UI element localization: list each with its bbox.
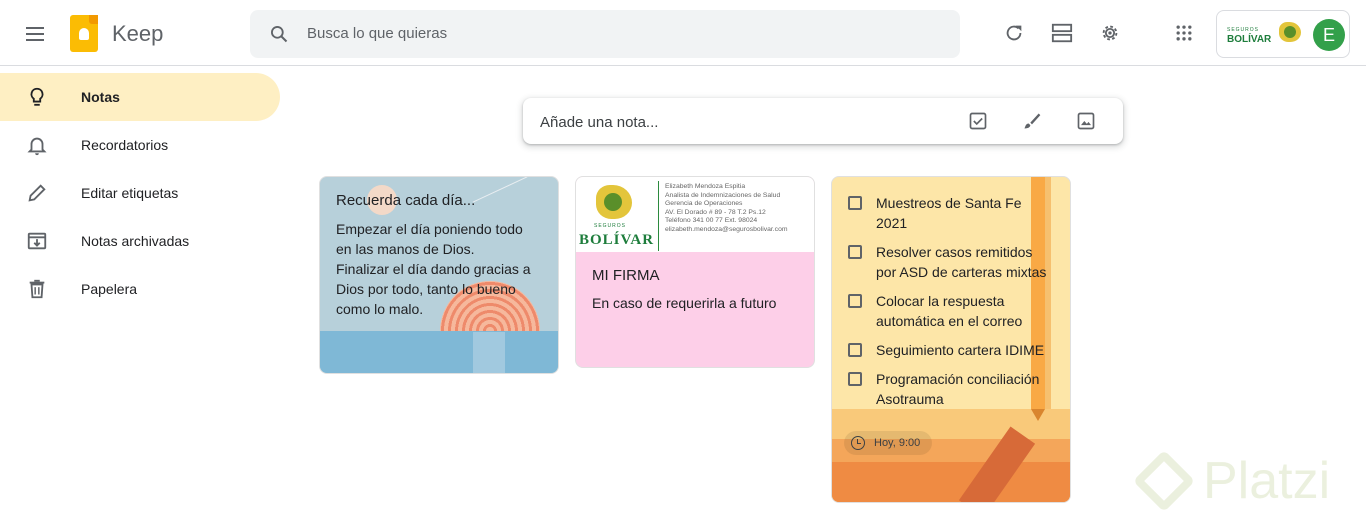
note-body: En caso de requerirla a futuro xyxy=(592,295,777,311)
top-bar: Keep Busca lo que quieras SEGUROS BOLÍVA… xyxy=(0,0,1366,66)
sidebar-item-label: Notas archivadas xyxy=(81,233,190,249)
trash-icon xyxy=(25,277,49,301)
main-menu-button[interactable] xyxy=(18,18,54,50)
note-body: Empezar el día poniendo todo en las mano… xyxy=(336,219,531,319)
archive-icon xyxy=(25,229,49,253)
clock-icon xyxy=(851,436,865,450)
reminder-chip[interactable]: Hoy, 9:00 xyxy=(844,431,933,455)
background-sun-reflection xyxy=(473,332,505,373)
background-streak xyxy=(472,177,528,203)
seguros-bolivar-logo xyxy=(596,185,632,219)
sidebar-item-notas-archivadas[interactable]: Notas archivadas xyxy=(0,217,280,265)
organization-logo: SEGUROS BOLÍVAR xyxy=(1227,22,1301,45)
new-drawing-brush-icon[interactable] xyxy=(1021,110,1043,132)
settings-gear-icon[interactable] xyxy=(1098,21,1122,45)
note-title: Recuerda cada día... xyxy=(336,192,476,209)
signature-line: Analista de Indemnizaciones de Salud xyxy=(665,191,781,199)
sidebar-item-label: Recordatorios xyxy=(81,137,169,153)
lightbulb-icon xyxy=(25,85,49,109)
watermark-text: Platzi xyxy=(1203,452,1331,510)
note-body-line: Empezar el día poniendo todo xyxy=(336,221,523,237)
app-title[interactable]: Keep xyxy=(112,21,163,47)
checklist-item-text: Seguimiento cartera IDIME xyxy=(876,342,1045,358)
signature-line: Teléfono 341 00 77 Ext. 98024 xyxy=(665,217,758,224)
checklist-item-text: automática en el correo xyxy=(876,313,1023,329)
sidebar: Notas Recordatorios Editar etiquetas Not… xyxy=(0,73,280,313)
sidebar-item-label: Editar etiquetas xyxy=(81,185,179,201)
checklist-item-text: Muestreos de Santa Fe xyxy=(876,195,1022,211)
checklist-item-text: Resolver casos remitidos xyxy=(876,244,1033,260)
bell-icon xyxy=(25,133,49,157)
signature-divider xyxy=(658,181,659,251)
account-switcher[interactable]: SEGUROS BOLÍVAR E xyxy=(1216,10,1350,58)
note-body-line: como lo malo. xyxy=(336,301,424,317)
avatar[interactable]: E xyxy=(1313,19,1345,51)
checklist-item[interactable]: Colocar la respuesta automática en el cor… xyxy=(848,291,1068,331)
apps-grid-icon[interactable] xyxy=(1172,21,1196,45)
platzi-logo-icon xyxy=(1132,449,1196,513)
checklist-item-text: Colocar la respuesta xyxy=(876,293,1005,309)
sidebar-item-label: Notas xyxy=(81,89,120,105)
signature-image: SEGUROS BOLÍVAR Elizabeth Mendoza Espiti… xyxy=(576,177,814,252)
checkbox[interactable] xyxy=(848,343,862,357)
search-placeholder[interactable]: Busca lo que quieras xyxy=(307,25,447,42)
checkbox[interactable] xyxy=(848,372,862,386)
checkbox[interactable] xyxy=(848,245,862,259)
pencil-icon xyxy=(25,181,49,205)
note-body-line: en las manos de Dios. xyxy=(336,241,475,257)
note-card[interactable]: SEGUROS BOLÍVAR Elizabeth Mendoza Espiti… xyxy=(575,176,815,368)
signature-line: Gerencia de Operaciones xyxy=(665,200,743,207)
checklist-item-text: Programación conciliación xyxy=(876,371,1040,387)
background-dune xyxy=(832,462,1070,502)
new-image-icon[interactable] xyxy=(1075,110,1097,132)
signature-brand: BOLÍVAR xyxy=(579,232,655,248)
note-body-line: Finalizar el día dando gracias a xyxy=(336,261,531,277)
checklist-item[interactable]: Programación conciliación Asotrauma xyxy=(848,369,1068,409)
search-bar[interactable]: Busca lo que quieras xyxy=(250,10,960,58)
signature-line: AV. El Dorado # 89 - 78 T.2 Ps.12 xyxy=(665,208,766,216)
sidebar-item-notas[interactable]: Notas xyxy=(0,73,280,121)
list-view-icon[interactable] xyxy=(1050,21,1074,45)
checklist-item[interactable]: Resolver casos remitidos por ASD de carte… xyxy=(848,242,1068,282)
note-body-line: Dios por todo, tanto lo bueno xyxy=(336,281,516,297)
hamburger-line xyxy=(26,27,44,29)
search-icon[interactable] xyxy=(269,24,289,44)
sidebar-item-editar-etiquetas[interactable]: Editar etiquetas xyxy=(0,169,280,217)
refresh-icon[interactable] xyxy=(1002,21,1026,45)
checklist-item-text: Asotrauma xyxy=(876,391,944,407)
checklist-item-text: por ASD de carteras mixtas xyxy=(876,264,1047,280)
checklist-item[interactable]: Muestreos de Santa Fe 2021 xyxy=(848,193,1068,233)
signature-brand-top: SEGUROS xyxy=(594,223,627,229)
checklist-item-text: 2021 xyxy=(876,215,908,231)
signature-line: Elizabeth Mendoza Espitia xyxy=(665,183,746,190)
take-note-input[interactable]: Añade una nota... xyxy=(540,114,658,131)
hamburger-line xyxy=(26,39,44,41)
keep-logo-icon[interactable] xyxy=(70,15,98,52)
signature-line: elizabeth.mendoza@segurosbolivar.com xyxy=(665,225,788,233)
sidebar-item-label: Papelera xyxy=(81,281,138,297)
checklist-item[interactable]: Seguimiento cartera IDIME xyxy=(848,340,1068,360)
sidebar-item-recordatorios[interactable]: Recordatorios xyxy=(0,121,280,169)
note-card[interactable]: Muestreos de Santa Fe 2021 Resolver casos… xyxy=(831,176,1071,503)
reminder-time: Hoy, 9:00 xyxy=(874,437,921,449)
new-list-checkbox-icon[interactable] xyxy=(967,110,989,132)
signature-info: Elizabeth Mendoza Espitia Analista de In… xyxy=(665,183,788,234)
hamburger-line xyxy=(26,33,44,35)
platzi-watermark: Platzi xyxy=(1128,447,1358,519)
take-note-bar[interactable]: Añade una nota... xyxy=(523,98,1123,144)
checkbox[interactable] xyxy=(848,196,862,210)
note-card[interactable]: Recuerda cada día... Empezar el día poni… xyxy=(319,176,559,374)
background-sea xyxy=(320,331,558,373)
checkbox[interactable] xyxy=(848,294,862,308)
note-title: MI FIRMA xyxy=(592,267,660,284)
sidebar-item-papelera[interactable]: Papelera xyxy=(0,265,280,313)
